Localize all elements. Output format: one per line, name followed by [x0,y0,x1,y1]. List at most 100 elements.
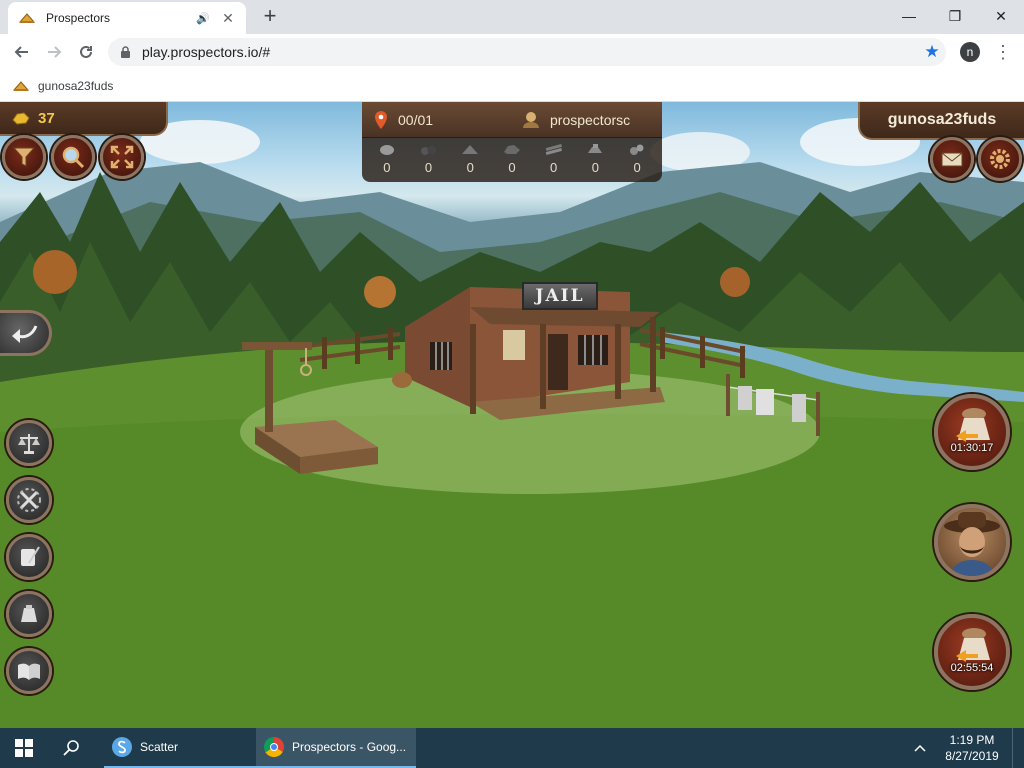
sack-icon [21,605,37,622]
address-bar[interactable]: play.prospectors.io/# ★ [108,38,946,66]
gold-ore-icon [630,144,644,155]
jail-sign-text: JAIL [535,286,585,306]
windows-taskbar: Scatter Prospectors - Goog... 1:19 PM 8/… [0,728,1024,768]
minimize-button[interactable]: — [886,0,932,32]
filter-button[interactable] [2,135,46,179]
expand-arrows-icon [110,145,134,169]
first-timer-button[interactable]: 01:30:17 [934,394,1010,470]
resource-clay[interactable]: 0 [450,142,490,175]
tab-close-icon[interactable]: ✕ [220,10,236,27]
taskbar-chrome-label: Prospectors - Goog... [292,740,407,754]
show-desktop-button[interactable] [1012,728,1024,768]
gold-nugget-icon [12,112,30,125]
forward-arrow-icon[interactable] [38,36,70,68]
money-bag-arrow-icon [956,408,990,442]
search-icon [63,740,79,756]
resource-value: 0 [508,160,516,175]
chrome-icon [264,737,284,757]
resource-panel: 00/01 prospectorsc 0 0 0 0 0 0 0 [362,102,662,182]
resource-gold-ore[interactable]: 0 [617,142,657,175]
bookmark-star-icon[interactable]: ★ [918,42,946,62]
resource-value: 0 [424,160,433,175]
guide-book-button[interactable] [6,648,52,694]
resource-value: 0 [633,160,641,175]
resource-stone[interactable]: 0 [367,142,407,175]
clay-icon [462,145,479,154]
browser-tab[interactable]: Prospectors 🔊 ✕ [8,2,246,34]
search-button[interactable] [51,135,95,179]
prospectors-favicon-icon [12,80,30,91]
stone-icon [379,145,394,155]
curved-arrow-left-icon [11,325,37,343]
second-timer-label: 02:55:54 [950,662,994,674]
clock-date: 8/27/2019 [945,749,999,763]
chevron-up-icon[interactable] [908,741,932,755]
windows-start-button[interactable] [0,728,48,768]
settings-button[interactable] [978,137,1022,181]
crossed-tools-icon [17,488,41,512]
resource-ore[interactable]: 0 [492,142,532,175]
location-pin-icon [375,110,387,129]
player-panel[interactable]: gunosa23fuds [858,102,1024,140]
market-button[interactable] [6,420,52,466]
jail-sign: JAIL [522,282,598,310]
first-timer-label: 01:30:17 [950,442,994,454]
windows-logo-icon [15,739,33,757]
new-tab-button[interactable]: + [258,4,282,28]
prospectors-favicon-icon [18,13,36,23]
tab-title: Prospectors [46,11,111,25]
money-bag-arrow-icon [956,628,990,662]
resource-wood[interactable]: 0 [534,142,574,175]
current-user-name: prospectorsc [550,111,631,128]
resource-value: 0 [550,160,558,175]
current-user[interactable]: prospectorsc [512,111,630,129]
inventory-button[interactable] [6,591,52,637]
scatter-icon [112,737,132,757]
resource-value: 0 [466,160,474,175]
game-viewport[interactable]: JAIL 37 00/01 prospectorsc 0 0 0 0 0 0 0… [0,102,1024,728]
url-text[interactable]: play.prospectors.io/# [142,44,918,60]
back-button[interactable] [0,310,52,356]
bookmark-item[interactable]: gunosa23fuds [12,79,113,93]
browser-menu-icon[interactable]: ⋮ [994,40,1012,64]
scroll-quill-icon [21,546,40,566]
resource-value: 0 [591,160,599,175]
taskbar-search-button[interactable] [48,728,96,768]
claims-counter[interactable]: 00/01 [362,110,512,130]
resource-iron[interactable]: 0 [575,142,615,175]
fullscreen-button[interactable] [100,135,144,179]
taskbar-scatter-label: Scatter [140,740,179,754]
envelope-icon [941,152,963,167]
gold-panel: 37 [0,102,168,136]
resource-coal[interactable]: 0 [409,142,449,175]
system-tray: 1:19 PM 8/27/2019 [908,728,1024,768]
iron-icon [588,144,603,153]
tools-button[interactable] [6,477,52,523]
close-window-button[interactable]: ✕ [978,0,1024,32]
user-avatar-icon [523,111,539,128]
speaker-icon[interactable]: 🔊 [196,12,210,25]
reload-icon[interactable] [70,36,102,68]
taskbar-chrome[interactable]: Prospectors - Goog... [256,728,416,768]
taskbar-clock[interactable]: 1:19 PM 8/27/2019 [932,732,1012,764]
scales-icon [18,434,40,454]
gold-amount: 37 [38,109,55,127]
second-timer-button[interactable]: 02:55:54 [934,614,1010,690]
character-portrait-button[interactable] [934,504,1010,580]
coal-icon [420,145,437,155]
profile-avatar[interactable]: n [960,42,980,62]
maximize-button[interactable]: ❐ [932,0,978,32]
claims-value: 00/01 [398,111,434,128]
ore-icon [503,145,520,154]
game-scene [0,118,1024,728]
magnifier-icon [62,146,85,169]
quests-button[interactable] [6,534,52,580]
back-arrow-icon[interactable] [6,36,38,68]
wood-icon [545,143,562,156]
taskbar-scatter[interactable]: Scatter [104,728,256,768]
browser-tabstrip: Prospectors 🔊 ✕ + — ❐ ✕ [0,0,1024,34]
cowboy-portrait-icon [944,512,1000,576]
bookmarks-bar: gunosa23fuds [0,70,1024,102]
lock-icon[interactable] [120,45,132,59]
mail-button[interactable] [930,137,974,181]
